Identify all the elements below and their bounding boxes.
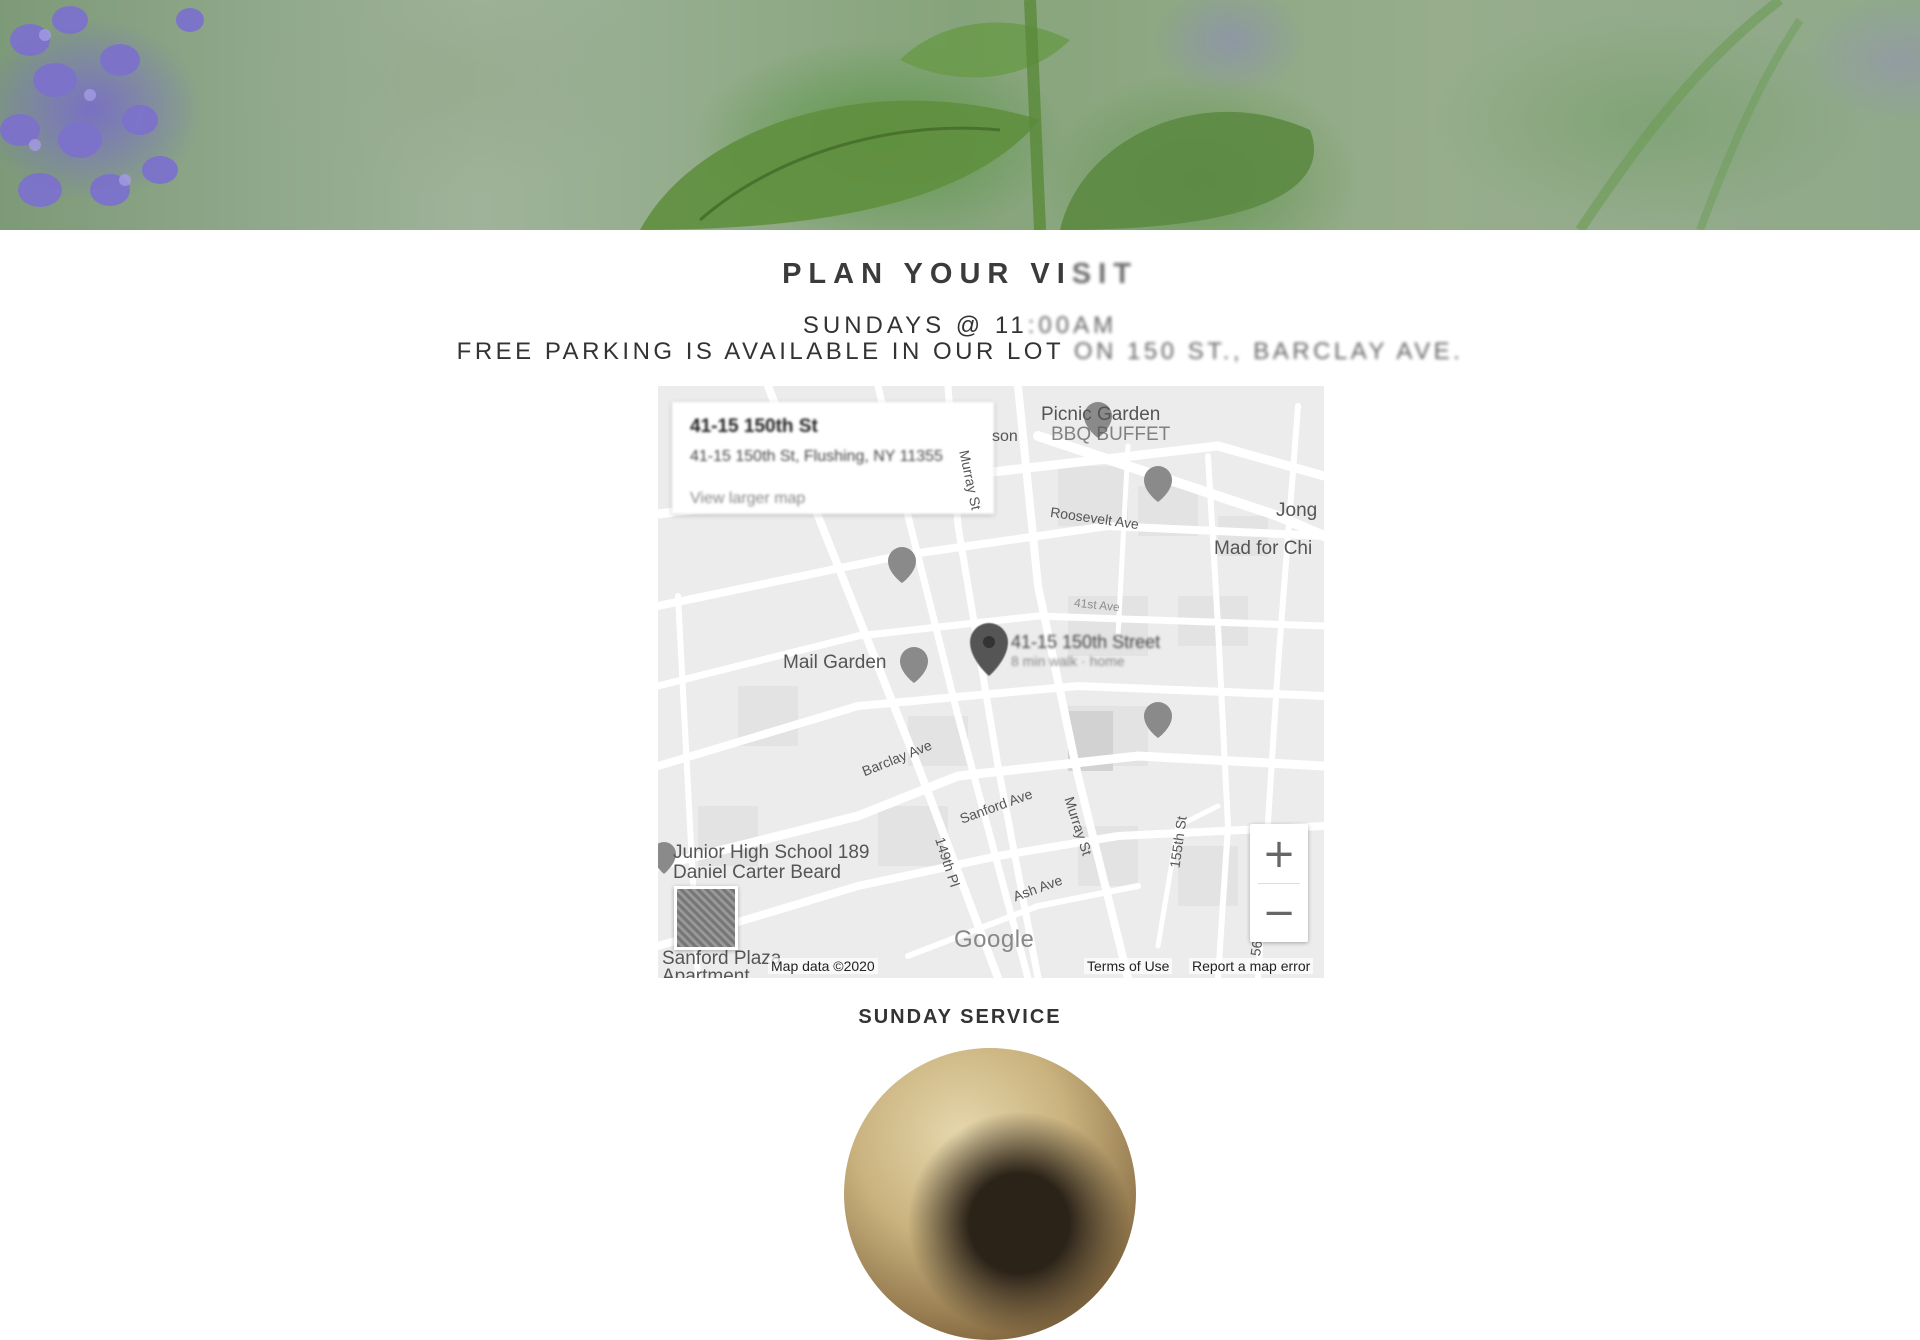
place-label-school-1[interactable]: Junior High School 189 — [673, 842, 869, 864]
sundays-text-tail: :00AM — [1027, 312, 1118, 339]
sunday-service-heading: SUNDAY SERVICE — [858, 1006, 1062, 1028]
place-label-jong[interactable]: Jong — [1276, 500, 1317, 522]
pin-label-subtitle: 8 min walk · home — [1011, 653, 1125, 669]
map-data-text: Map data ©2020 — [768, 958, 878, 974]
place-label-mail-garden[interactable]: Mail Garden — [783, 652, 887, 674]
map-info-card: 41-15 150th St 41-15 150th St, Flushing,… — [672, 402, 994, 514]
parking-text: FREE PARKING IS AVAILABLE IN OUR LOT ON … — [0, 338, 1920, 366]
place-label-bbq[interactable]: BBQ BUFFET — [1051, 424, 1170, 446]
view-larger-map-link[interactable]: View larger map — [690, 490, 805, 508]
zoom-control: + − — [1250, 824, 1308, 942]
title-text: PLAN YOUR VI — [782, 258, 1072, 290]
plan-your-visit-heading: PLAN YOUR VISIT — [0, 258, 1920, 291]
zoom-out-button[interactable]: − — [1250, 883, 1308, 942]
service-time-text: SUNDAYS @ 11:00AM — [0, 312, 1920, 340]
report-map-error-link[interactable]: Report a map error — [1189, 958, 1314, 974]
place-label-apartment: Apartment — [662, 966, 750, 978]
plant-banner-image — [0, 0, 1804, 230]
satellite-toggle-button[interactable] — [674, 886, 738, 950]
google-map[interactable]: 41-15 150th St 41-15 150th St, Flushing,… — [658, 386, 1324, 978]
place-label-school-2[interactable]: Daniel Carter Beard — [673, 862, 841, 884]
parking-text-tail: ON 150 ST., BARCLAY AVE. — [1063, 338, 1464, 365]
terms-of-use-link[interactable]: Terms of Use — [1084, 958, 1173, 974]
place-label-picnic[interactable]: Picnic Garden — [1041, 404, 1160, 426]
title-text-tail: SIT — [1071, 258, 1138, 290]
google-logo: Google — [954, 926, 1035, 953]
parking-text-main: FREE PARKING IS AVAILABLE IN OUR LOT — [456, 338, 1064, 365]
pin-label[interactable]: 41-15 150th Street 8 min walk · home — [1011, 632, 1160, 669]
info-card-name: 41-15 150th St — [690, 416, 818, 437]
place-label-son: son — [992, 428, 1018, 445]
zoom-divider — [1258, 883, 1300, 884]
sundays-text: SUNDAYS @ 11 — [802, 312, 1028, 339]
hero-banner — [0, 0, 1920, 230]
info-card-address: 41-15 150th St, Flushing, NY 11355 — [690, 448, 943, 465]
place-label-mad-for[interactable]: Mad for Chi — [1214, 538, 1312, 560]
sunday-service-photo — [844, 1048, 1136, 1340]
zoom-in-button[interactable]: + — [1250, 824, 1308, 883]
pin-label-title: 41-15 150th Street — [1011, 632, 1161, 652]
